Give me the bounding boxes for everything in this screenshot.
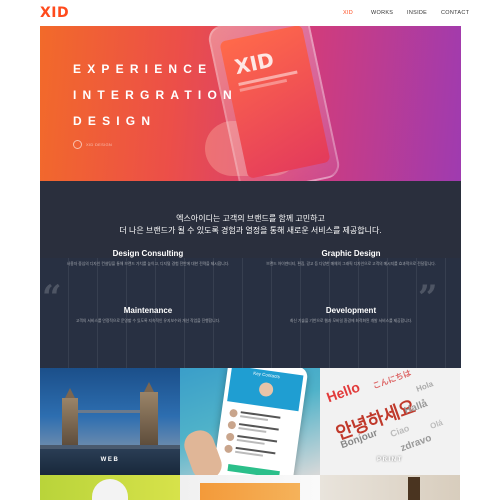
portfolio-tile-partial[interactable] bbox=[180, 475, 320, 500]
nav-item-contact[interactable]: CONTACT bbox=[441, 10, 469, 16]
services-section: “ ” Design Consulting 사용자 중심의 디자인 컨설팅을 통… bbox=[40, 249, 461, 368]
tile-label-print: PRINT bbox=[377, 457, 403, 463]
app-header: Key Contacts bbox=[227, 368, 304, 412]
print-word: zdravo bbox=[399, 432, 434, 455]
tile-label-uiux: UI/UX bbox=[237, 457, 262, 463]
circle-icon bbox=[73, 140, 82, 149]
tile-label-web: WEB bbox=[100, 457, 120, 463]
product-illustration bbox=[408, 477, 420, 500]
portfolio-tile-partial[interactable] bbox=[320, 475, 460, 500]
hero-banner: XID EXPERIENCE INTERGRATION DESIGN XID D… bbox=[40, 26, 461, 181]
service-title-maintenance: Maintenance bbox=[123, 306, 173, 315]
intro-line-1: 엑스아이디는 고객의 브랜드를 함께 고민하고 bbox=[176, 214, 325, 223]
service-desc-design-consulting: 사용자 중심의 디자인 컨설팅을 통해 브랜드 가치를 높이고, 디지털 경험 … bbox=[66, 262, 230, 266]
print-word: こんにちは bbox=[371, 368, 413, 391]
service-desc-graphic-design: 브랜드 아이덴티티, 편집, 광고 등 다양한 매체의 그래픽 디자인으로 고객… bbox=[266, 262, 436, 266]
nav-item-inside[interactable]: INSIDE bbox=[407, 10, 427, 16]
service-desc-development: 최신 기술을 기반으로 웹과 모바일 환경에 최적화된 개발 서비스를 제공합니… bbox=[289, 319, 413, 323]
avatar bbox=[258, 381, 275, 398]
phone-logo: XID bbox=[232, 47, 277, 80]
portfolio-tile-print[interactable]: Hello こんにちは 안녕하세요 Hallå Bonjour Hola Cia… bbox=[320, 368, 460, 475]
hero-badge: XID DESIGN bbox=[73, 140, 112, 149]
print-word: Hola bbox=[414, 379, 435, 394]
hero-headline-line-2: INTERGRATION bbox=[73, 88, 238, 102]
bridge-spire bbox=[65, 388, 75, 398]
service-title-design-consulting: Design Consulting bbox=[112, 249, 184, 258]
print-word: Olá bbox=[428, 418, 445, 431]
service-title-graphic-design: Graphic Design bbox=[321, 249, 381, 258]
site-header: XID XID WORKS INSIDE CONTACT bbox=[0, 0, 500, 26]
app-button bbox=[227, 463, 280, 475]
hero-badge-text: XID DESIGN bbox=[86, 142, 113, 147]
app-header-title: Key Contacts bbox=[252, 370, 281, 380]
bridge-spire bbox=[144, 382, 154, 392]
nav-item-xid[interactable]: XID bbox=[343, 10, 353, 16]
product-illustration bbox=[92, 479, 128, 500]
phone-screen: XID bbox=[219, 26, 331, 179]
bridge-tower-left bbox=[62, 398, 78, 448]
service-title-development: Development bbox=[325, 306, 377, 315]
hero-headline-line-1: EXPERIENCE bbox=[73, 62, 213, 76]
logo[interactable]: XID bbox=[40, 5, 69, 21]
nav-item-works[interactable]: WORKS bbox=[371, 10, 393, 16]
intro-line-2: 더 나은 브랜드가 될 수 있도록 경험과 열정을 통해 새로운 서비스를 제공… bbox=[119, 226, 382, 235]
product-illustration bbox=[200, 483, 300, 500]
portfolio-tile-web[interactable]: WEB bbox=[40, 368, 180, 475]
portfolio-tile-partial[interactable] bbox=[40, 475, 180, 500]
portfolio-tile-uiux[interactable]: Key Contacts UI/UX bbox=[180, 368, 320, 475]
bridge-walkway bbox=[72, 410, 146, 413]
bridge-tower-right bbox=[140, 392, 158, 448]
service-desc-maintenance: 고객의 서비스를 안정적으로 운영할 수 있도록 지속적인 유지보수와 개선 작… bbox=[75, 319, 221, 323]
print-word: Hello bbox=[324, 378, 362, 406]
hero-headline-line-3: DESIGN bbox=[73, 114, 157, 128]
